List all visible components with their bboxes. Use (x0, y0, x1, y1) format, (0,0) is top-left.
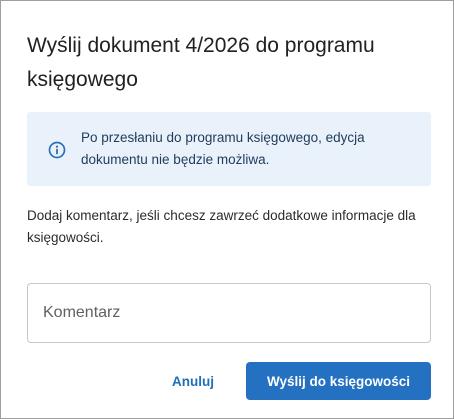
alert-message: Po przesłaniu do programu księgowego, ed… (81, 130, 365, 167)
send-to-accounting-button[interactable]: Wyślij do księgowości (246, 362, 431, 400)
send-to-accounting-dialog: Wyślij dokument 4/2026 do programu księg… (0, 0, 454, 419)
info-circle-icon (47, 140, 67, 160)
dialog-title: Wyślij dokument 4/2026 do programu księg… (27, 34, 375, 91)
comment-input[interactable] (27, 283, 431, 343)
comment-hint: Dodaj komentarz, jeśli chcesz zawrzeć do… (27, 208, 416, 245)
cancel-button[interactable]: Anuluj (161, 366, 225, 396)
info-alert: Po przesłaniu do programu księgowego, ed… (27, 112, 431, 186)
